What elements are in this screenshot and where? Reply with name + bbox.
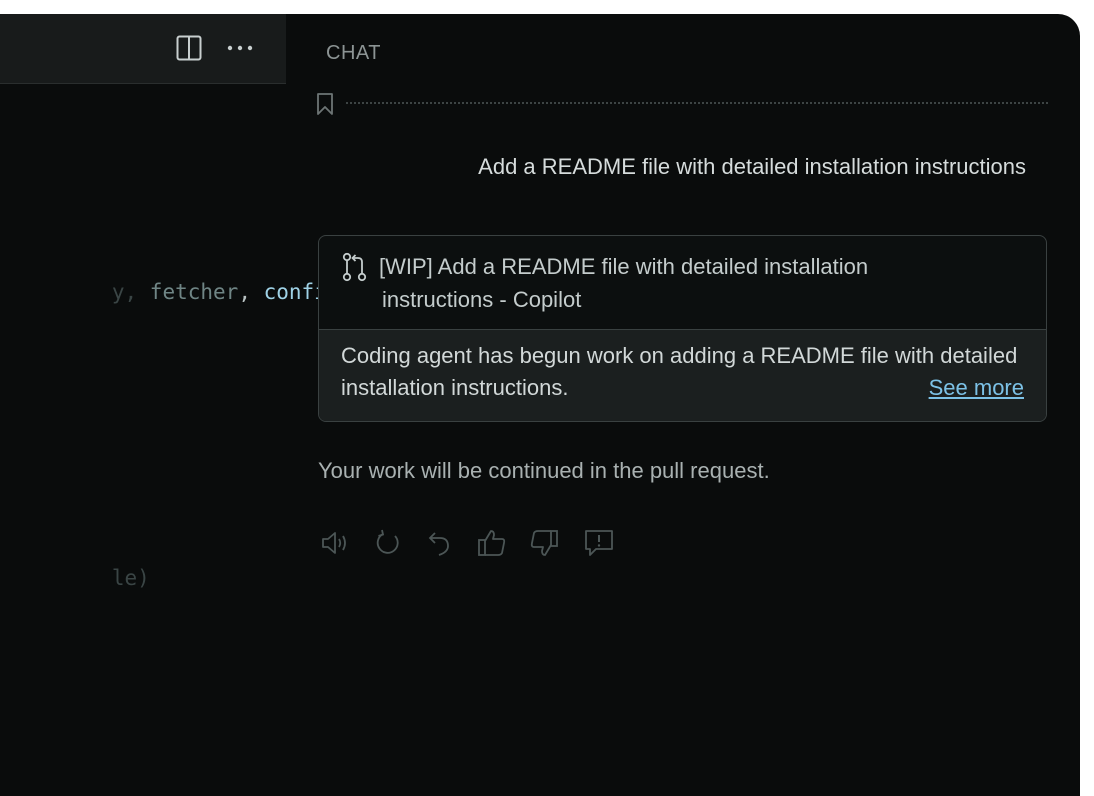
pull-request-icon bbox=[341, 252, 369, 287]
user-message: Add a README file with detailed installa… bbox=[478, 154, 1026, 179]
assistant-response: Your work will be continued in the pull … bbox=[318, 458, 770, 483]
split-editor-icon[interactable] bbox=[175, 34, 203, 62]
code-line: le) bbox=[36, 542, 150, 614]
card-title-line: instructions - Copilot bbox=[382, 287, 582, 312]
thumbs-down-icon[interactable] bbox=[527, 526, 561, 560]
editor-pane: y, fetcher, confi le) bbox=[0, 14, 327, 796]
report-icon[interactable] bbox=[582, 526, 616, 560]
code-token: , bbox=[238, 280, 264, 304]
card-title-line: [WIP] Add a README file with detailed in… bbox=[379, 254, 869, 279]
code-token: y, bbox=[111, 280, 150, 304]
read-aloud-icon[interactable] bbox=[318, 526, 352, 560]
editor-toolbar bbox=[0, 14, 286, 84]
code-line: y, fetcher, confi bbox=[36, 256, 327, 328]
undo-icon[interactable] bbox=[423, 526, 457, 560]
chat-title: CHAT bbox=[326, 42, 381, 64]
thumbs-up-icon[interactable] bbox=[475, 526, 509, 560]
see-more-link[interactable]: See more bbox=[929, 372, 1024, 404]
divider bbox=[346, 102, 1048, 104]
app-window: y, fetcher, confi le) CHAT Add a README … bbox=[0, 14, 1080, 796]
card-title[interactable]: [WIP] Add a README file with detailed in… bbox=[379, 250, 999, 316]
code-token: le) bbox=[111, 566, 150, 590]
retry-icon[interactable] bbox=[371, 526, 405, 560]
bookmark-icon[interactable] bbox=[316, 92, 334, 121]
card-description: Coding agent has begun work on adding a … bbox=[341, 343, 1018, 400]
code-token: fetcher bbox=[149, 280, 239, 304]
pull-request-card[interactable]: [WIP] Add a README file with detailed in… bbox=[318, 235, 1047, 422]
more-actions-icon[interactable] bbox=[226, 34, 254, 62]
card-header: [WIP] Add a README file with detailed in… bbox=[319, 236, 1046, 330]
card-body: Coding agent has begun work on adding a … bbox=[319, 330, 1046, 421]
chat-panel: CHAT Add a README file with detailed ins… bbox=[286, 14, 1080, 796]
